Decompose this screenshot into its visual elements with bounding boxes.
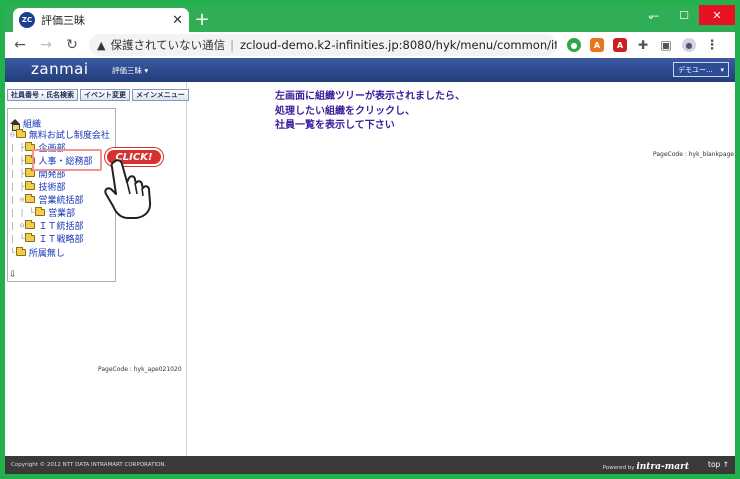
tab-main-menu[interactable]: メインメニュー bbox=[132, 89, 189, 101]
tree-guide: | | └ bbox=[10, 208, 35, 217]
tree-node[interactable]: ⊖ 無料お試し制度会社 bbox=[10, 128, 110, 141]
address-separator: | bbox=[230, 38, 234, 52]
profile-avatar[interactable]: ● bbox=[682, 38, 696, 52]
left-tab-bar: 社員番号・氏名検索 イベント変更 メインメニュー bbox=[7, 89, 189, 101]
insecure-label: 保護されていない通信 bbox=[110, 38, 226, 52]
minimize-icon[interactable]: — bbox=[639, 5, 669, 25]
tree-node-label: 技術部 bbox=[38, 183, 66, 193]
powered-by: Powered by intra-mart bbox=[603, 462, 689, 472]
user-menu[interactable]: 評価三昧 ▾ bbox=[112, 65, 148, 76]
tree-node-label: 営業統括部 bbox=[38, 196, 84, 206]
powered-by-label: Powered by bbox=[602, 465, 635, 471]
app-footer: Copyright © 2012 NTT DATA INTRAMART CORP… bbox=[5, 456, 735, 474]
chevron-down-icon: ▾ bbox=[720, 65, 724, 74]
tree-node[interactable]: | └ ＩＴ戦略部 bbox=[10, 232, 83, 245]
tree-node[interactable]: | | └ 営業部 bbox=[10, 206, 75, 219]
extensions-area: ● A A ✚ ▣ ● ⋮ bbox=[567, 38, 719, 53]
browser-window: ZC 評価三昧 ✕ + ⌄ — ☐ ✕ ← → ↻ ▲ 保護されていない通信 |… bbox=[5, 5, 735, 474]
pointing-hand-icon bbox=[104, 159, 152, 219]
app-header: zanmai 評価三昧 ▾ デモユー... ▾ bbox=[5, 58, 735, 82]
warning-icon[interactable]: ▲ bbox=[97, 39, 105, 52]
folder-icon bbox=[25, 181, 36, 190]
folder-icon bbox=[15, 247, 26, 256]
instruction-message: 左画面に組織ツリーが表示されましたら、 処理したい組織をクリックし、 社員一覧を… bbox=[275, 90, 465, 134]
pagecode-right: PageCode : hyk_blankpage bbox=[653, 151, 734, 158]
organization-pane: 社員番号・氏名検索 イベント変更 メインメニュー 組織 ⊖ 無料お試し制度会社 … bbox=[5, 82, 189, 456]
tree-guide: | ├ bbox=[10, 169, 25, 178]
app-logo: zanmai bbox=[31, 60, 89, 78]
pdf-extension-icon[interactable]: A bbox=[613, 38, 627, 52]
tab-title: 評価三昧 bbox=[41, 14, 85, 27]
tree-node-label: 所属無し bbox=[28, 249, 65, 259]
translate-extension-icon[interactable]: A bbox=[590, 38, 604, 52]
user-select-value: デモユー... bbox=[678, 65, 713, 74]
tab-event-change[interactable]: イベント変更 bbox=[80, 89, 130, 101]
folder-icon bbox=[35, 207, 46, 216]
folder-icon bbox=[25, 220, 36, 229]
folder-icon bbox=[25, 168, 36, 177]
tree-node[interactable]: | ⊖ 営業統括部 bbox=[10, 193, 83, 206]
message-line: 社員一覧を表示して下さい bbox=[275, 120, 395, 131]
forward-icon[interactable]: → bbox=[35, 34, 57, 56]
window-controls: — ☐ ✕ bbox=[639, 5, 735, 25]
copyright-text: Copyright © 2012 NTT DATA INTRAMART CORP… bbox=[11, 462, 167, 468]
window-close-icon[interactable]: ✕ bbox=[699, 5, 735, 25]
tree-guide: | ├ bbox=[10, 182, 25, 191]
tree-toggle-icon[interactable]: ⊖ bbox=[10, 130, 15, 139]
tree-guide: | ├ bbox=[10, 156, 25, 165]
tree-guide: | └ bbox=[10, 234, 25, 243]
message-line: 左画面に組織ツリーが表示されましたら、 bbox=[275, 91, 465, 102]
tree-node-label: ＩＴ統括部 bbox=[38, 222, 84, 232]
url-text: zcloud-demo.k2-infinities.jp:8080/hyk/me… bbox=[240, 38, 557, 52]
tree-node[interactable]: | ├ 技術部 bbox=[10, 180, 65, 193]
new-tab-button[interactable]: + bbox=[191, 8, 213, 30]
tree-node-label: 無料お試し制度会社 bbox=[28, 131, 110, 141]
tree-node-label: ＩＴ戦略部 bbox=[38, 235, 84, 245]
tree-node-label: 営業部 bbox=[48, 209, 76, 219]
tree-toggle-icon[interactable]: | ⊖ bbox=[10, 195, 24, 204]
folder-icon bbox=[15, 129, 26, 138]
tree-node[interactable]: | ⊖ ＩＴ統括部 bbox=[10, 219, 83, 232]
user-select[interactable]: デモユー... ▾ bbox=[673, 62, 729, 77]
message-line: 処理したい組織をクリックし、 bbox=[275, 105, 415, 117]
tree-guide: └ bbox=[10, 248, 15, 257]
page-top-link[interactable]: top ↑ bbox=[708, 460, 729, 469]
side-panel-icon[interactable]: ▣ bbox=[659, 38, 673, 52]
tab-employee-search[interactable]: 社員番号・氏名検索 bbox=[7, 89, 78, 101]
scroll-down-icon[interactable]: ⇩ bbox=[9, 270, 17, 280]
browser-menu-icon[interactable]: ⋮ bbox=[705, 38, 719, 53]
address-bar[interactable]: ▲ 保護されていない通信 | zcloud-demo.k2-infinities… bbox=[89, 34, 557, 56]
evernote-extension-icon[interactable]: ● bbox=[567, 38, 581, 52]
home-icon bbox=[10, 118, 20, 131]
tab-strip: ZC 評価三昧 ✕ + ⌄ — ☐ ✕ bbox=[5, 5, 735, 32]
close-tab-icon[interactable]: ✕ bbox=[172, 13, 183, 28]
browser-tab[interactable]: ZC 評価三昧 ✕ bbox=[13, 8, 189, 32]
folder-icon bbox=[25, 233, 36, 242]
selection-highlight bbox=[32, 149, 102, 171]
favicon-icon: ZC bbox=[19, 12, 35, 28]
tree-node[interactable]: └ 所属無し bbox=[10, 246, 65, 259]
maximize-icon[interactable]: ☐ bbox=[669, 5, 699, 25]
tree-toggle-icon[interactable]: | ⊖ bbox=[10, 221, 24, 230]
folder-icon bbox=[25, 194, 36, 203]
app-page: zanmai 評価三昧 ▾ デモユー... ▾ 社員番号・氏名検索 イベント変更… bbox=[5, 58, 735, 474]
pagecode-left: PageCode : hyk_ape021020 bbox=[98, 366, 182, 373]
extensions-puzzle-icon[interactable]: ✚ bbox=[636, 38, 650, 52]
back-icon[interactable]: ← bbox=[9, 34, 31, 56]
browser-toolbar: ← → ↻ ▲ 保護されていない通信 | zcloud-demo.k2-infi… bbox=[5, 32, 735, 58]
intra-mart-logo: intra-mart bbox=[636, 462, 689, 472]
reload-icon[interactable]: ↻ bbox=[61, 34, 83, 56]
tree-guide: | ├ bbox=[10, 143, 25, 152]
